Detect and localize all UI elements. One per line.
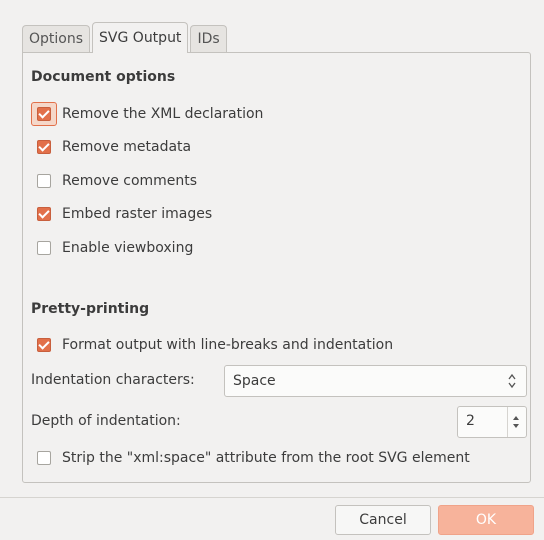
spinner-buttons bbox=[507, 407, 526, 437]
format-output-checkbox[interactable]: Format output with line-breaks and inden… bbox=[31, 333, 393, 357]
document-options-heading: Document options bbox=[31, 69, 176, 85]
strip-xml-space-checkbox[interactable]: Strip the "xml:space" attribute from the… bbox=[31, 446, 470, 470]
enable-viewboxing-label: Enable viewboxing bbox=[62, 240, 194, 256]
format-output-label: Format output with line-breaks and inden… bbox=[62, 337, 394, 353]
strip-xml-space-label: Strip the "xml:space" attribute from the… bbox=[62, 450, 470, 466]
dialog-separator bbox=[0, 497, 544, 498]
checkbox-icon[interactable] bbox=[37, 174, 51, 188]
cancel-button[interactable]: Cancel bbox=[335, 505, 431, 535]
tab-options[interactable]: Options bbox=[22, 25, 91, 52]
increment-icon[interactable] bbox=[513, 416, 519, 420]
remove-metadata-label: Remove metadata bbox=[62, 139, 192, 155]
tab-svg-output[interactable]: SVG Output bbox=[92, 22, 189, 53]
checkbox-icon[interactable] bbox=[37, 338, 51, 352]
checkbox-icon[interactable] bbox=[37, 207, 51, 221]
tab-ids[interactable]: IDs bbox=[190, 25, 227, 52]
indentation-characters-label: Indentation characters: bbox=[31, 372, 195, 388]
indentation-characters-value: Space bbox=[233, 373, 276, 389]
remove-xml-declaration-label: Remove the XML declaration bbox=[62, 106, 264, 122]
enable-viewboxing-checkbox[interactable]: Enable viewboxing bbox=[31, 236, 193, 260]
depth-value: 2 bbox=[466, 413, 475, 429]
indentation-characters-select[interactable]: Space bbox=[224, 365, 527, 397]
embed-raster-images-label: Embed raster images bbox=[62, 206, 213, 222]
tab-bar: Options SVG Output IDs bbox=[22, 22, 229, 53]
decrement-icon[interactable] bbox=[513, 424, 519, 428]
svg-output-panel: Document options Remove the XML declarat… bbox=[22, 52, 531, 483]
depth-of-indentation-spinner[interactable]: 2 bbox=[457, 406, 527, 438]
select-arrows-icon bbox=[508, 373, 516, 389]
remove-xml-declaration-checkbox[interactable]: Remove the XML declaration bbox=[31, 102, 263, 126]
checkbox-icon[interactable] bbox=[37, 451, 51, 465]
remove-comments-checkbox[interactable]: Remove comments bbox=[31, 169, 197, 193]
checkbox-icon[interactable] bbox=[37, 241, 51, 255]
remove-metadata-checkbox[interactable]: Remove metadata bbox=[31, 135, 191, 159]
checkbox-icon[interactable] bbox=[37, 140, 51, 154]
remove-comments-label: Remove comments bbox=[62, 173, 198, 189]
ok-button[interactable]: OK bbox=[438, 505, 534, 535]
depth-of-indentation-label: Depth of indentation: bbox=[31, 413, 181, 429]
checkbox-icon[interactable] bbox=[37, 107, 51, 121]
embed-raster-images-checkbox[interactable]: Embed raster images bbox=[31, 202, 212, 226]
pretty-printing-heading: Pretty-printing bbox=[31, 301, 150, 317]
